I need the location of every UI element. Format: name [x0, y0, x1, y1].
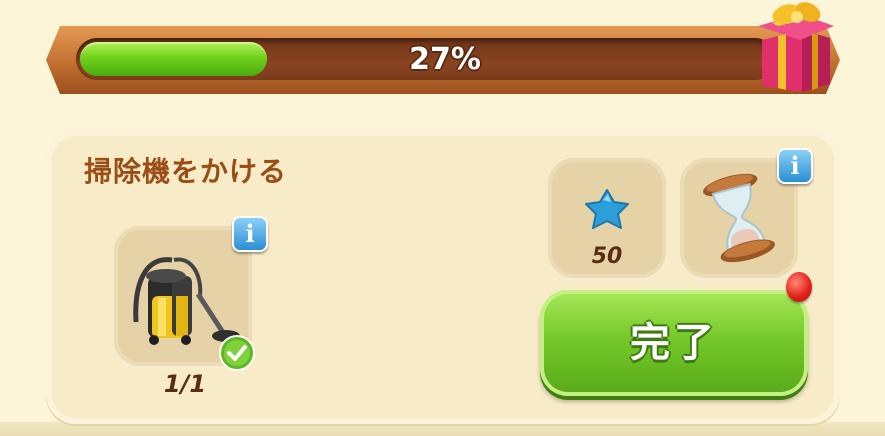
checkmark-icon — [219, 335, 255, 371]
star-reward-value: 50 — [591, 244, 623, 269]
background-strip — [0, 422, 885, 436]
vacuum-info-button[interactable]: i — [232, 216, 268, 252]
complete-button-label: 完了 — [630, 320, 718, 366]
info-icon: i — [245, 219, 255, 248]
blue-star-icon — [585, 189, 629, 229]
gift-box-icon[interactable] — [748, 0, 838, 96]
complete-button[interactable]: 完了 — [540, 290, 808, 396]
item-count-label: 1/1 — [163, 370, 207, 398]
progress-bar-fill — [80, 42, 267, 76]
task-title: 掃除機をかける — [84, 155, 288, 188]
info-icon: i — [790, 151, 800, 180]
hourglass-info-button[interactable]: i — [777, 148, 813, 184]
progress-percent-label: 27% — [409, 42, 481, 77]
notification-dot — [786, 272, 812, 302]
